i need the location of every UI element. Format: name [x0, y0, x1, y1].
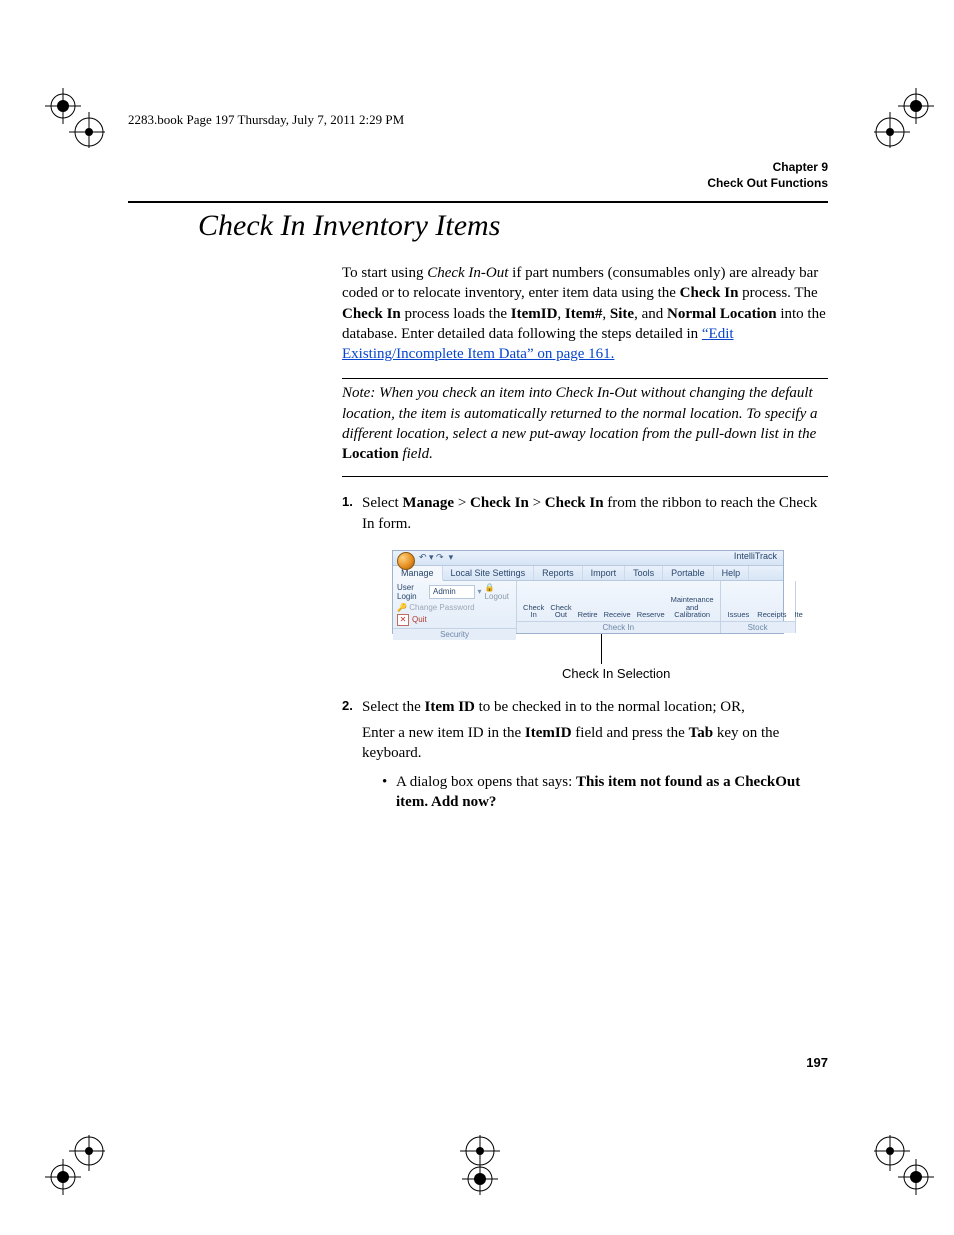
- ribbon-tabs: Manage Local Site Settings Reports Impor…: [393, 566, 783, 581]
- receipts-button[interactable]: Receipts: [754, 611, 789, 619]
- quit-button[interactable]: ✕ Quit: [397, 614, 512, 626]
- maintenance-button[interactable]: Maintenanceand Calibration: [669, 596, 716, 619]
- head-rule: [128, 201, 828, 203]
- check-in-button[interactable]: CheckIn: [521, 604, 546, 619]
- sub-bullet: • A dialog box opens that says: This ite…: [382, 772, 828, 813]
- crop-mark-icon: [874, 88, 934, 148]
- step-number: 2.: [342, 697, 362, 812]
- tab-portable[interactable]: Portable: [663, 566, 714, 580]
- close-icon: ✕: [397, 614, 409, 626]
- app-title: IntelliTrack: [734, 551, 777, 561]
- receive-button[interactable]: Receive: [602, 611, 633, 619]
- callout-line: [601, 634, 602, 664]
- crop-mark-icon: [874, 1135, 934, 1195]
- user-login-input[interactable]: Admin: [429, 585, 475, 599]
- crop-mark-icon: [45, 88, 105, 148]
- step-number: 1.: [342, 493, 362, 534]
- group-label-checkin: Check In: [517, 621, 720, 633]
- crop-mark-icon: [450, 1135, 510, 1195]
- reserve-button[interactable]: Reserve: [635, 611, 667, 619]
- section-title: Check In Inventory Items: [198, 209, 828, 243]
- tab-help[interactable]: Help: [714, 566, 750, 580]
- group-label-security: Security: [393, 628, 516, 640]
- crop-mark-icon: [45, 1135, 105, 1195]
- ribbon-screenshot: ↶ ▾ ↷ ▾ IntelliTrack Manage Local Site S…: [392, 550, 828, 681]
- step-1: 1. Select Manage > Check In > Check In f…: [342, 493, 828, 534]
- tab-import[interactable]: Import: [583, 566, 626, 580]
- quick-access-toolbar[interactable]: ↶ ▾ ↷ ▾: [419, 552, 453, 563]
- issues-button[interactable]: Issues: [725, 611, 753, 619]
- check-out-button[interactable]: CheckOut: [548, 604, 573, 619]
- tab-tools[interactable]: Tools: [625, 566, 663, 580]
- step-2: 2. Select the Item ID to be checked in t…: [342, 697, 828, 812]
- intro-paragraph: To start using Check In-Out if part numb…: [342, 263, 828, 364]
- logout-button[interactable]: 🔒 Logout: [485, 583, 513, 601]
- note-rule-top: [342, 378, 828, 379]
- note-rule-bottom: [342, 476, 828, 477]
- user-login-dropdown-icon[interactable]: ▾: [478, 587, 482, 596]
- running-head: Chapter 9 Check Out Functions: [128, 160, 828, 191]
- change-password-button: 🔑 Change Password: [397, 603, 512, 612]
- page-number: 197: [806, 1055, 828, 1070]
- running-head-title: Check Out Functions: [128, 176, 828, 192]
- tab-local-site-settings[interactable]: Local Site Settings: [443, 566, 535, 580]
- tab-reports[interactable]: Reports: [534, 566, 583, 580]
- office-orb-icon[interactable]: [397, 552, 415, 570]
- crop-header-text: 2283.book Page 197 Thursday, July 7, 201…: [128, 112, 404, 128]
- callout-caption: Check In Selection: [562, 666, 828, 681]
- ite-button[interactable]: Ite: [791, 611, 805, 619]
- user-login-label: User Login: [397, 583, 426, 601]
- note-block: Note: When you check an item into Check …: [342, 383, 828, 464]
- running-head-chapter: Chapter 9: [128, 160, 828, 176]
- group-label-stock: Stock: [721, 621, 795, 633]
- retire-button[interactable]: Retire: [576, 611, 600, 619]
